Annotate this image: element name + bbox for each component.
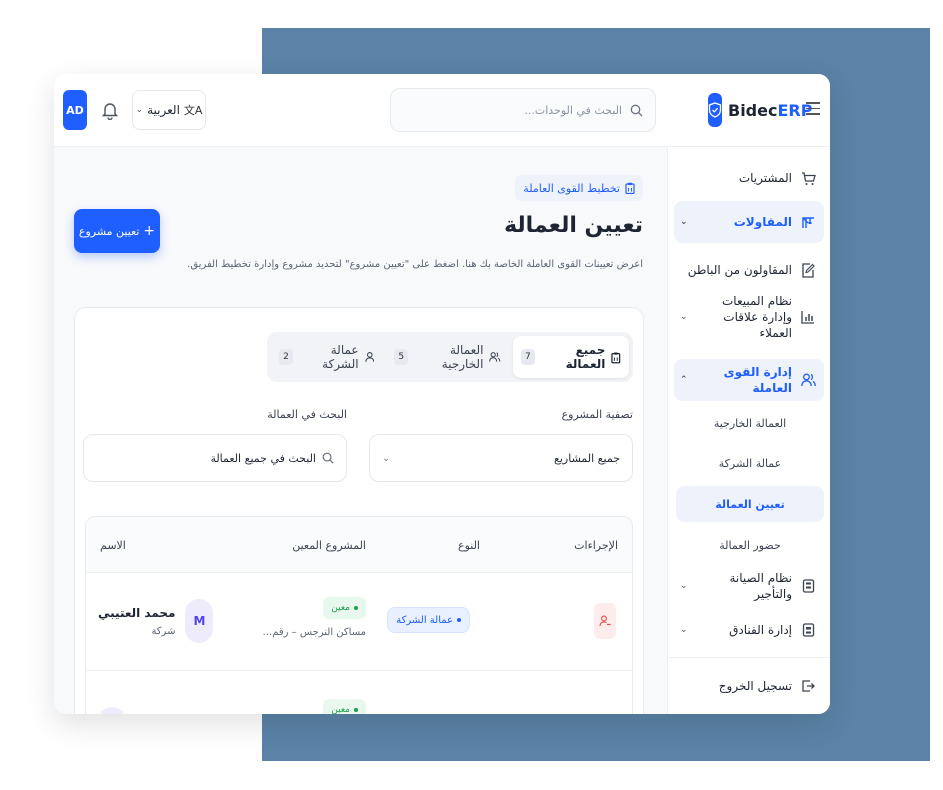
building-icon (800, 578, 816, 594)
table-header: الإجراءات النوع المشروع المعين الاسم (86, 517, 632, 573)
employee-name: محمد العتيبي (98, 605, 176, 620)
chevron-down-icon: ⌄ (680, 312, 688, 322)
avatar (98, 707, 126, 714)
project-filter-select[interactable]: جميع المشاريع ⌄ (369, 434, 633, 482)
tab-all-labor[interactable]: جميع العمالة 7 (512, 336, 629, 378)
brand-logo[interactable]: BidecERP (708, 92, 812, 128)
chevron-down-icon: ⌄ (680, 217, 688, 227)
tab-company-labor[interactable]: عمالة الشركة 2 (271, 336, 382, 378)
edit-doc-icon (800, 262, 816, 278)
logout-icon (800, 678, 816, 694)
language-label: العربية (147, 103, 180, 117)
hotel-icon (800, 622, 816, 638)
chart-icon (800, 309, 816, 325)
tab-count: 7 (520, 349, 535, 365)
tab-count: 5 (394, 349, 409, 365)
assignments-table: الإجراءات النوع المشروع المعين الاسم عما… (85, 516, 633, 714)
cart-icon (800, 170, 816, 186)
assigned-project-cell: معين (323, 699, 366, 714)
sidebar-item-hotels[interactable]: إدارة الفنادق ⌄ (674, 617, 824, 643)
chevron-up-icon: ⌃ (680, 375, 688, 385)
sidebar-subitem-external-labor[interactable]: العمالة الخارجية (676, 405, 824, 441)
tab-count: 2 (279, 349, 293, 365)
crane-icon (800, 214, 816, 230)
breadcrumb-label: تخطيط القوى العاملة (523, 181, 620, 195)
assigned-project-cell: معين مساكن النرجس – رقم... (263, 597, 366, 638)
labor-search-input[interactable]: البحث في جميع العمالة (83, 434, 347, 482)
sidebar-item-maintenance[interactable]: نظام الصيانة والتأجير ⌄ (674, 571, 824, 601)
breadcrumb[interactable]: تخطيط القوى العاملة (515, 175, 643, 201)
sidebar-subitem-company-labor[interactable]: عمالة الشركة (676, 445, 824, 481)
page-title: تعيين العمالة (504, 213, 643, 238)
search-icon (322, 452, 334, 464)
page-description: اعرض تعيينات القوى العاملة الخاصة بك هنا… (187, 259, 643, 270)
sidebar-subitem-labor-attendance[interactable]: حضور العمالة (676, 527, 824, 563)
labor-search-placeholder: البحث في جميع العمالة (210, 451, 316, 465)
shield-icon (708, 93, 722, 127)
module-search-input[interactable]: البحث في الوحدات... (390, 88, 656, 132)
top-bar: AD 文A العربية ⌄ البحث في الوحدات... Bide… (54, 74, 830, 147)
sidebar-item-subcontractors[interactable]: المقاولون من الباطن (674, 257, 824, 283)
workforce-card: جميع العمالة 7 العمالة الخارجية 5 عمالة … (74, 307, 644, 714)
search-icon (630, 104, 643, 116)
sidebar-item-sales-crm[interactable]: نظام المبيعات وإدارة علاقات العملاء ⌄ (674, 293, 824, 341)
type-badge: عمالة الشركة (387, 607, 470, 633)
chevron-down-icon: ⌄ (135, 105, 144, 115)
sidebar-divider (667, 657, 830, 658)
sidebar-subitem-labor-assignment[interactable]: تعيين العمالة (676, 486, 824, 522)
user-icon (364, 352, 374, 362)
clipboard-icon (611, 351, 621, 363)
language-selector[interactable]: 文A العربية ⌄ (132, 90, 206, 130)
column-actions: الإجراءات (574, 539, 618, 552)
table-row[interactable]: معين (86, 671, 632, 714)
labor-tabs: جميع العمالة 7 العمالة الخارجية 5 عمالة … (267, 332, 633, 382)
sidebar: المشتريات المقاولات ⌄ المقاولون من الباط… (667, 147, 830, 714)
avatar: M (185, 599, 214, 643)
chevron-down-icon: ⌄ (382, 452, 391, 464)
project-name: مساكن النرجس – رقم... (262, 627, 366, 638)
main-content: تخطيط القوى العاملة تعيين العمالة اعرض ت… (54, 147, 667, 714)
logout-button[interactable]: تسجيل الخروج (674, 673, 824, 699)
project-filter-label: تصفية المشروع (561, 408, 633, 421)
users-icon (800, 372, 816, 388)
chevron-down-icon: ⌄ (680, 625, 688, 635)
assign-project-button[interactable]: + تعيين مشروع (74, 209, 160, 253)
employee-type: شركة (151, 625, 176, 637)
project-filter-value: جميع المشاريع (554, 451, 620, 465)
tab-external-labor[interactable]: العمالة الخارجية 5 (386, 336, 509, 378)
sidebar-item-purchases[interactable]: المشتريات (674, 165, 824, 191)
clipboard-icon (625, 182, 635, 194)
app-window: AD 文A العربية ⌄ البحث في الوحدات... Bide… (54, 74, 830, 714)
status-badge: معين (323, 597, 366, 619)
plus-icon: + (143, 223, 156, 239)
column-type: النوع (458, 539, 480, 552)
menu-icon[interactable] (806, 102, 820, 116)
status-badge: معين (323, 699, 366, 714)
sidebar-item-contracting[interactable]: المقاولات ⌄ (674, 201, 824, 243)
brand-name: BidecERP (728, 100, 813, 120)
chevron-down-icon: ⌄ (680, 581, 688, 591)
table-row[interactable]: عمالة الشركة معين مساكن النرجس – رقم... … (86, 573, 632, 671)
employee-cell: M محمد العتيبي شركة (98, 599, 214, 643)
sidebar-item-workforce[interactable]: إدارة القوى العاملة ⌃ (674, 359, 824, 401)
unassign-user-icon[interactable] (594, 603, 616, 639)
translate-icon: 文A (183, 104, 203, 117)
users-icon (489, 352, 501, 362)
column-name: الاسم (100, 539, 126, 552)
bell-icon[interactable] (101, 100, 119, 121)
user-avatar[interactable]: AD (63, 90, 87, 130)
search-placeholder: البحث في الوحدات... (524, 103, 622, 117)
labor-search-label: البحث في العمالة (267, 408, 347, 421)
column-assigned-project: المشروع المعين (292, 539, 366, 552)
